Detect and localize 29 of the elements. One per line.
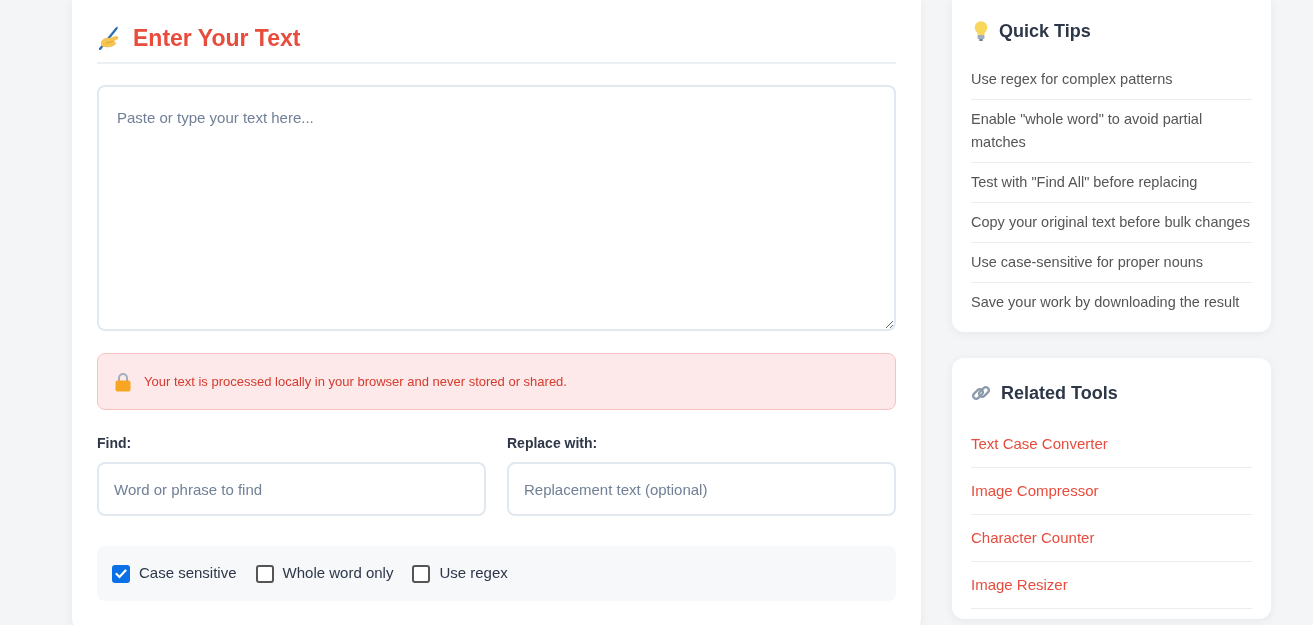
text-input[interactable]: Replacement text (optional) xyxy=(507,462,896,516)
card-title: Related Tools xyxy=(1001,382,1118,405)
lightbulb-icon xyxy=(974,21,988,41)
checkmark-icon xyxy=(115,568,127,579)
tip-item: Test with "Find All" before replacing xyxy=(971,163,1252,203)
tip-item: Use regex for complex patterns xyxy=(971,60,1252,100)
tip-item: Use case-sensitive for proper nouns xyxy=(971,243,1252,283)
privacy-notice-text: Your text is processed locally in your browser and never stored or shared. xyxy=(144,372,567,391)
option-label[interactable]: Case sensitive xyxy=(139,562,237,585)
tip-item: Save your work by downloading the result xyxy=(971,293,1241,312)
text-input-area[interactable]: Paste or type your text here... xyxy=(97,85,896,331)
text-input[interactable]: Word or phrase to find xyxy=(97,462,486,516)
field-label: Replace with: xyxy=(507,434,599,453)
chain-link-icon xyxy=(971,383,991,403)
section-title: Enter Your Text xyxy=(133,24,301,52)
field-label: Find: xyxy=(97,434,133,453)
lock-icon xyxy=(115,371,131,392)
tool-link[interactable]: Text Case Converter xyxy=(971,435,1108,452)
checkbox[interactable] xyxy=(255,564,274,583)
tool-link[interactable]: Image Resizer xyxy=(971,576,1068,593)
tip-item: Enable "whole word" to avoid partial matches xyxy=(971,100,1252,163)
option-label[interactable]: Whole word only xyxy=(282,562,394,585)
tool-link[interactable]: Image Compressor xyxy=(971,482,1099,499)
tip-item: Copy your original text before bulk changes xyxy=(971,203,1252,243)
checkbox[interactable] xyxy=(412,564,431,583)
tool-link[interactable]: Character Counter xyxy=(971,529,1095,546)
checkbox[interactable] xyxy=(112,564,130,583)
card-title: Quick Tips xyxy=(999,20,1091,43)
option-label[interactable]: Use regex xyxy=(439,562,508,585)
